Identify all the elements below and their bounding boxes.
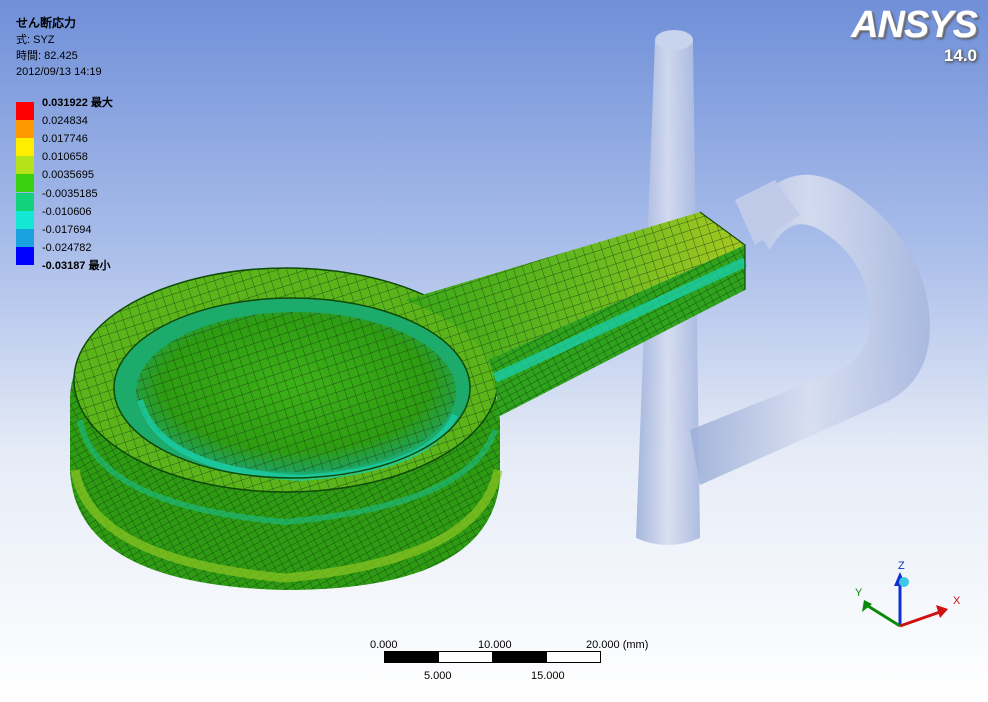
logo-brand: ANSYS — [851, 4, 978, 46]
legend-label: 0.010658 — [42, 151, 88, 164]
legend-label: -0.017694 — [42, 223, 92, 236]
triad-y-label: Y — [855, 587, 863, 599]
scale-segment-2 — [438, 651, 493, 663]
scale-label-15: 15.000 — [531, 670, 565, 682]
legend-label: -0.024782 — [42, 241, 92, 254]
scale-segment-1 — [384, 651, 439, 663]
ghost-pipe — [690, 174, 930, 485]
scale-label-10: 10.000 — [478, 639, 512, 651]
scale-label-0: 0.000 — [370, 639, 398, 651]
model-scene[interactable] — [0, 0, 988, 702]
result-expression: 式: SYZ — [16, 34, 55, 46]
legend-label: 0.0035695 — [42, 169, 94, 182]
triad-z-label: Z — [898, 560, 905, 572]
triad-x-label: X — [953, 595, 961, 607]
legend-label: -0.0035185 — [42, 187, 98, 200]
legend-swatch — [16, 192, 34, 211]
graphics-viewport[interactable]: せん断応力 式: SYZ 時間: 82.425 2012/09/13 14:19… — [0, 0, 988, 702]
ansys-logo: ANSYS 14.0 — [845, 4, 985, 70]
legend-label: 0.024834 — [42, 115, 88, 128]
disc-body — [70, 267, 503, 590]
scale-label-5: 5.000 — [424, 670, 452, 682]
legend-swatch — [16, 120, 34, 139]
triad-graphic — [862, 572, 948, 628]
scale-segment-3 — [492, 651, 547, 663]
scale-segment-4 — [546, 651, 601, 663]
legend-swatch — [16, 174, 34, 193]
legend-label: 0.017746 — [42, 133, 88, 146]
legend-swatch — [16, 246, 34, 265]
scale-label-20: 20.000 (mm) — [586, 639, 649, 651]
result-time: 時間: 82.425 — [16, 50, 78, 62]
result-date: 2012/09/13 14:19 — [16, 66, 102, 78]
logo-version: 14.0 — [943, 46, 977, 65]
legend-swatch — [16, 138, 34, 157]
legend-swatch — [16, 210, 34, 229]
result-title: せん断応力 — [16, 16, 77, 30]
legend-label: 0.031922 最大 — [42, 97, 113, 109]
legend-swatch — [16, 156, 34, 175]
legend-swatch — [16, 228, 34, 247]
legend-label: -0.010606 — [42, 205, 92, 218]
legend-swatch — [16, 102, 34, 121]
legend-label: -0.03187 最小 — [42, 259, 111, 272]
